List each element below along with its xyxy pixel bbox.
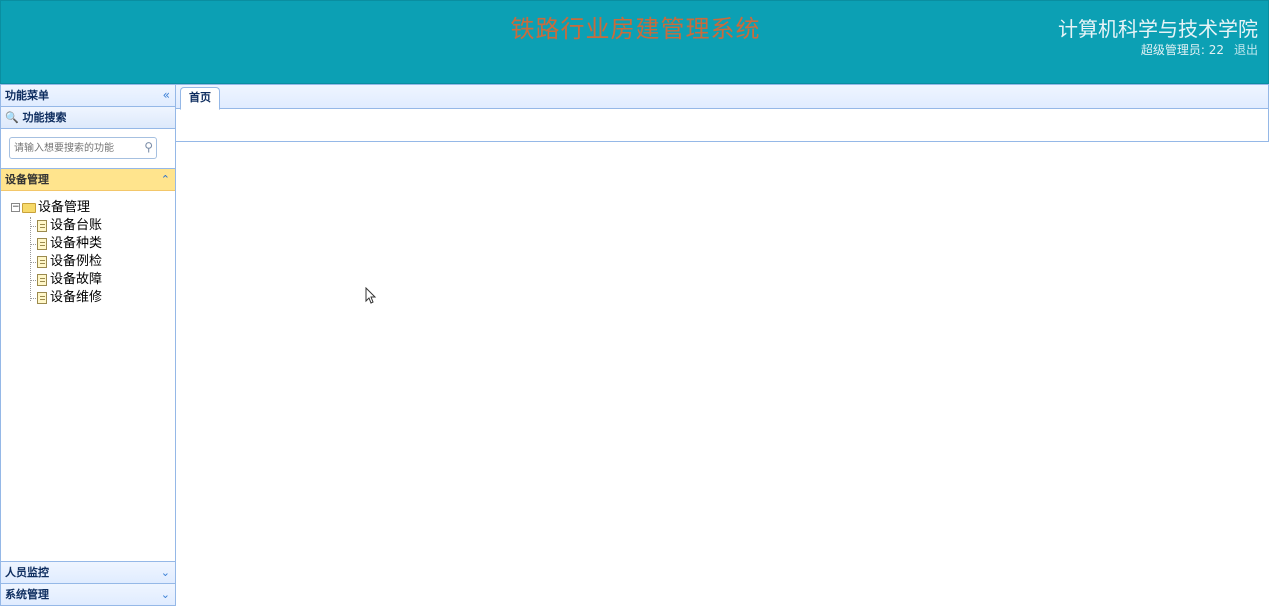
- tree-item-label: 设备故障: [50, 272, 103, 287]
- search-box: ⚲: [9, 137, 157, 159]
- search-icon: 🔍: [5, 111, 19, 124]
- file-icon: [37, 255, 47, 268]
- user-label: 超级管理员: 22: [1140, 43, 1224, 57]
- double-chevron-up-icon[interactable]: ⌃: [161, 169, 170, 190]
- search-button-icon[interactable]: ⚲: [144, 140, 153, 154]
- logout-link[interactable]: 退出: [1234, 43, 1258, 57]
- accordion-device-management[interactable]: 设备管理 ⌃: [1, 169, 175, 191]
- tree-item-label: 设备台账: [50, 218, 103, 233]
- double-chevron-down-icon[interactable]: ⌄: [161, 584, 170, 605]
- tabs-container: 首页: [176, 84, 1269, 142]
- collapse-node-icon[interactable]: −: [11, 203, 20, 212]
- file-icon: [37, 237, 47, 250]
- accordion-system-management[interactable]: 系统管理 ⌄: [1, 583, 175, 605]
- file-icon: [37, 219, 47, 232]
- user-info: 超级管理员: 22 退出: [1141, 41, 1258, 58]
- tree-item-label: 设备维修: [50, 290, 103, 305]
- tree-node-label: 设备管理: [38, 200, 91, 215]
- collapse-sidebar-icon[interactable]: «: [163, 85, 170, 106]
- search-title: 功能搜索: [22, 111, 67, 124]
- tree-item-label: 设备种类: [50, 236, 103, 251]
- app-header: 铁路行业房建管理系统 计算机科学与技术学院 超级管理员: 22 退出: [0, 0, 1269, 84]
- function-tree: − 设备管理 设备台账 设备种类 设备例检 设备故障 设备维修: [1, 191, 175, 307]
- sidebar-title: 功能菜单: [5, 89, 49, 102]
- search-header: 🔍 功能搜索: [1, 107, 175, 129]
- tree-item-device-types[interactable]: 设备种类: [29, 235, 175, 253]
- tab-home[interactable]: 首页: [180, 87, 220, 110]
- accordion-label: 设备管理: [5, 173, 49, 186]
- tree-children: 设备台账 设备种类 设备例检 设备故障 设备维修: [11, 217, 175, 307]
- double-chevron-down-icon[interactable]: ⌄: [161, 562, 170, 583]
- accordion-personnel-monitoring[interactable]: 人员监控 ⌄: [1, 561, 175, 583]
- accordion-label: 人员监控: [5, 566, 49, 579]
- accordion-label: 系统管理: [5, 588, 49, 601]
- sidebar-header: 功能菜单 «: [1, 85, 175, 107]
- tree-item-device-ledger[interactable]: 设备台账: [29, 217, 175, 235]
- tree-item-device-faults[interactable]: 设备故障: [29, 271, 175, 289]
- tree-node-device-management[interactable]: − 设备管理: [11, 199, 175, 217]
- tree-item-device-repair[interactable]: 设备维修: [29, 289, 175, 307]
- college-name: 计算机科学与技术学院: [1058, 17, 1258, 41]
- mouse-cursor-icon: [365, 287, 377, 304]
- function-search-input[interactable]: [10, 138, 130, 158]
- file-icon: [37, 273, 47, 286]
- folder-open-icon: [22, 202, 36, 213]
- sidebar: 功能菜单 « 🔍 功能搜索 ⚲ 设备管理 ⌃ − 设备管理 设备台账 设备种类 设…: [0, 84, 176, 606]
- tree-item-routine-inspection[interactable]: 设备例检: [29, 253, 175, 271]
- search-area: ⚲: [1, 129, 175, 169]
- tree-item-label: 设备例检: [50, 254, 103, 269]
- file-icon: [37, 291, 47, 304]
- tabs-bar: 首页: [176, 85, 1268, 110]
